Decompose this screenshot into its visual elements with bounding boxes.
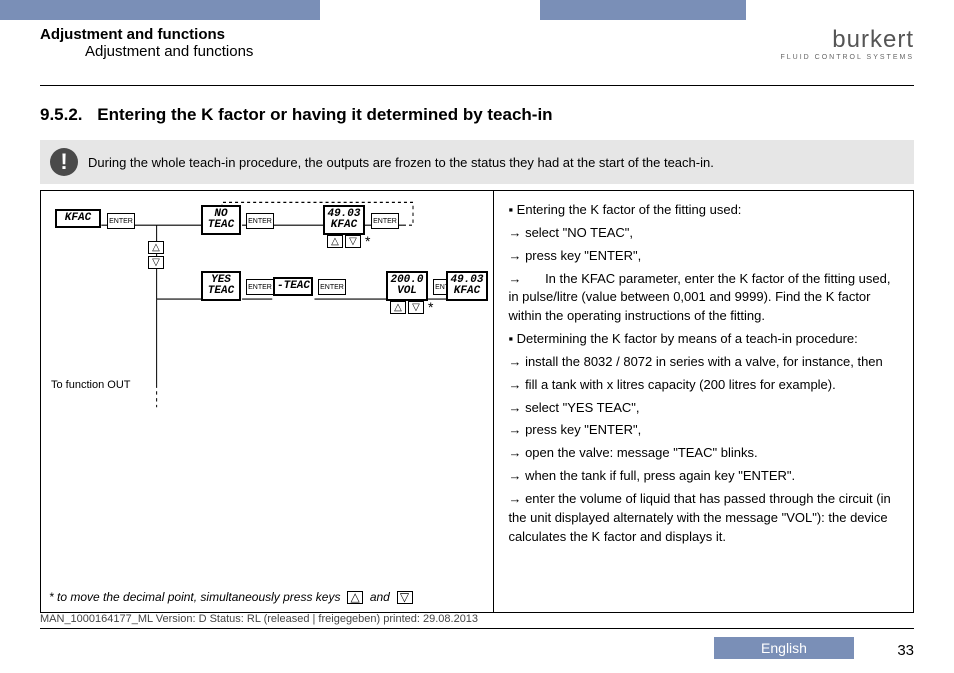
down-button[interactable]: ▽ (148, 256, 164, 269)
info-text: During the whole teach-in procedure, the… (88, 155, 714, 170)
brand-logo: burkert FLUID CONTROL SYSTEMS (780, 26, 914, 61)
node-vol: 200.0VOL (386, 271, 428, 301)
diagram-footnote: * to move the decimal point, simultaneou… (49, 590, 485, 604)
language-badge: English (714, 637, 854, 659)
enter-button[interactable]: ENTER (318, 279, 346, 295)
content-box: KFAC ENTER △ ▽ NOTEAC ENTER YESTEAC ENTE… (40, 190, 914, 613)
accent-bar-left (0, 0, 320, 20)
down-button[interactable]: ▽ (345, 235, 361, 248)
footer-divider (40, 628, 914, 629)
node-no-teac: NOTEAC (201, 205, 241, 235)
node-4903-kfac: 49.03KFAC (323, 205, 365, 235)
node-teac: -TEAC (273, 277, 313, 296)
step: select "YES TEAC", (508, 399, 899, 418)
down-icon: ▽ (397, 591, 413, 604)
enter-button[interactable]: ENTER (107, 213, 135, 229)
node-4903-kfac-2: 49.03KFAC (446, 271, 488, 301)
asterisk-icon: * (428, 299, 433, 315)
step: install the 8032 / 8072 in series with a… (508, 353, 899, 372)
node-yes-teac: YESTEAC (201, 271, 241, 301)
up-button[interactable]: △ (390, 301, 406, 314)
page-number: 33 (897, 642, 914, 659)
step: when the tank if full, press again key "… (508, 467, 899, 486)
up-icon: △ (347, 591, 363, 604)
diagram-wires (41, 191, 493, 612)
up-button[interactable]: △ (148, 241, 164, 254)
step: In the KFAC parameter, enter the K facto… (508, 270, 899, 327)
info-callout: ! During the whole teach-in procedure, t… (40, 140, 914, 184)
section-heading: 9.5.2. Entering the K factor or having i… (40, 105, 914, 125)
step: enter the volume of liquid that has pass… (508, 490, 899, 547)
flow-diagram: KFAC ENTER △ ▽ NOTEAC ENTER YESTEAC ENTE… (41, 191, 494, 612)
step: Entering the K factor of the fitting use… (508, 201, 899, 220)
to-function-out-label: To function OUT (51, 379, 130, 391)
enter-button[interactable]: ENTER (246, 213, 274, 229)
procedure-text: Entering the K factor of the fitting use… (494, 191, 913, 612)
enter-button[interactable]: ENTER (246, 279, 274, 295)
asterisk-icon: * (365, 233, 370, 249)
step: Determining the K factor by means of a t… (508, 330, 899, 349)
document-id: MAN_1000164177_ML Version: D Status: RL … (40, 613, 478, 625)
node-kfac: KFAC (55, 209, 101, 228)
accent-bar-right (540, 0, 746, 20)
step: press key "ENTER", (508, 247, 899, 266)
step: select "NO TEAC", (508, 224, 899, 243)
exclamation-icon: ! (50, 148, 78, 176)
up-button[interactable]: △ (327, 235, 343, 248)
step: press key "ENTER", (508, 421, 899, 440)
page-header: Adjustment and functions Adjustment and … (40, 26, 914, 86)
enter-button[interactable]: ENTER (371, 213, 399, 229)
down-button[interactable]: ▽ (408, 301, 424, 314)
step: open the valve: message "TEAC" blinks. (508, 444, 899, 463)
step: fill a tank with x litres capacity (200 … (508, 376, 899, 395)
